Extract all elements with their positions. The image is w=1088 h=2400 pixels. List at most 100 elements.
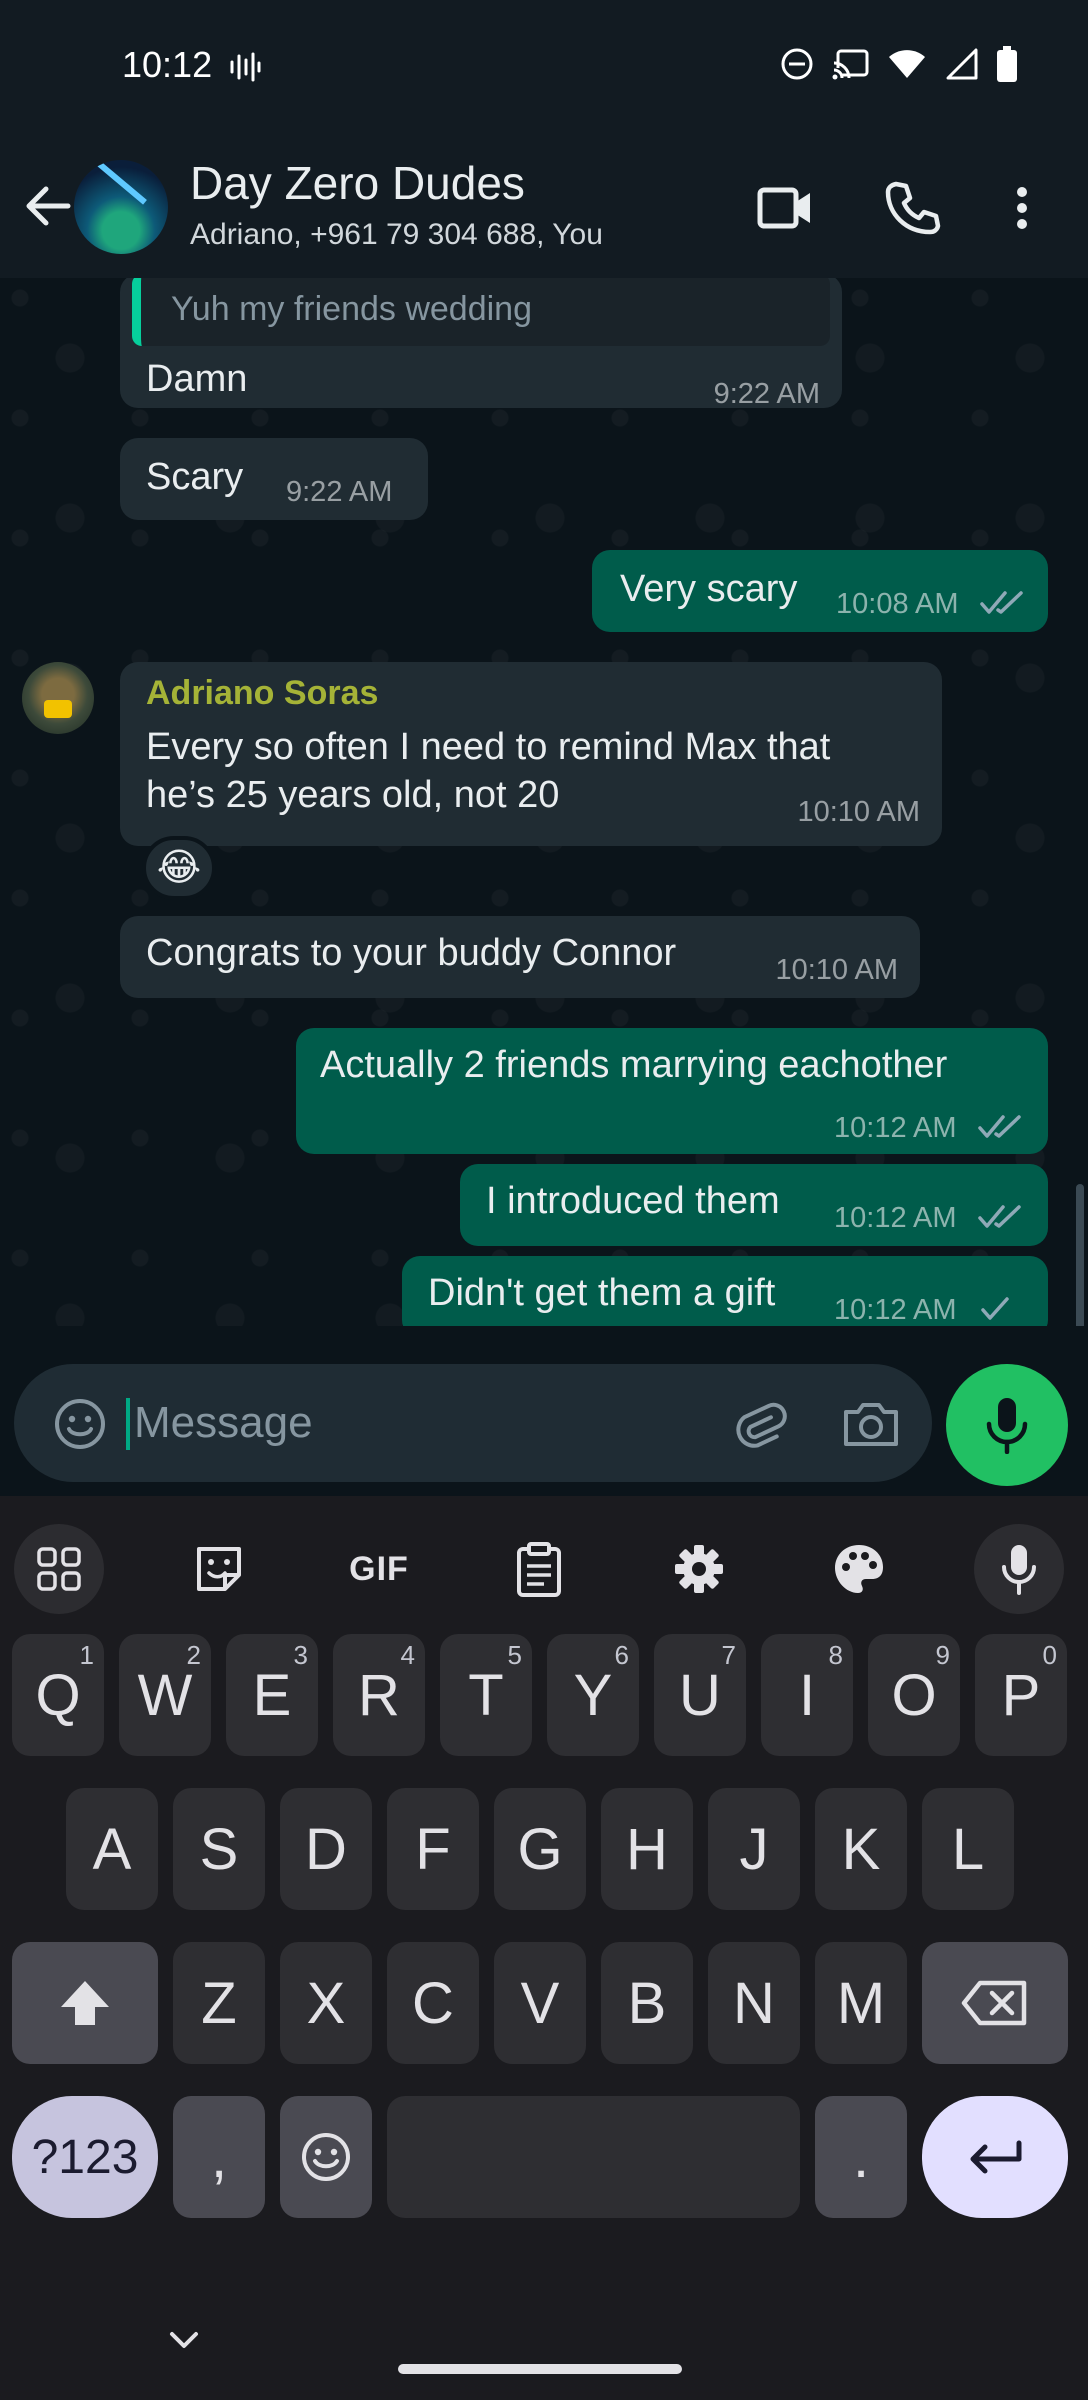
message-bubble[interactable]: Adriano Soras Every so often I need to r… bbox=[120, 662, 942, 846]
keyboard: GIF Q 1 W 2 E 3 R 4 T 5 Y 6 U 7 I 8 O 9 … bbox=[0, 1496, 1088, 2400]
key-o[interactable]: O9 bbox=[868, 1634, 960, 1756]
message-bubble[interactable]: I introduced them 10:12 AM bbox=[460, 1164, 1048, 1246]
status-time: 10:12 bbox=[122, 44, 213, 85]
apps-grid-icon[interactable] bbox=[14, 1524, 104, 1614]
text-caret bbox=[126, 1398, 130, 1450]
gesture-nav-bar[interactable] bbox=[398, 2364, 682, 2374]
message-time: 9:22 AM bbox=[286, 476, 393, 508]
period-key[interactable]: . bbox=[815, 2096, 907, 2218]
key-d[interactable]: D bbox=[280, 1788, 372, 1910]
emoji-key-icon bbox=[302, 2133, 350, 2181]
voice-message-button[interactable] bbox=[946, 1364, 1068, 1486]
key-k[interactable]: K bbox=[815, 1788, 907, 1910]
key-hint: 0 bbox=[1042, 1640, 1057, 1670]
key-h[interactable]: H bbox=[601, 1788, 693, 1910]
hide-keyboard-icon[interactable] bbox=[164, 2320, 204, 2360]
key-b[interactable]: B bbox=[601, 1942, 693, 2064]
back-arrow-icon[interactable] bbox=[18, 176, 78, 236]
emoji-icon[interactable] bbox=[52, 1396, 108, 1452]
read-ticks-icon bbox=[978, 1115, 1021, 1138]
key-label: R bbox=[358, 1662, 400, 1728]
camera-icon[interactable] bbox=[840, 1394, 902, 1454]
key-label: T bbox=[468, 1662, 504, 1728]
voice-input-icon[interactable] bbox=[974, 1524, 1064, 1614]
sticker-icon[interactable] bbox=[174, 1524, 264, 1614]
shift-key[interactable] bbox=[12, 1942, 158, 2064]
key-p[interactable]: P0 bbox=[975, 1634, 1067, 1756]
chat-participants[interactable]: Adriano, +961 79 304 688, You bbox=[190, 218, 603, 252]
mic-icon bbox=[986, 1398, 1028, 1454]
key-label: W bbox=[137, 1662, 193, 1728]
key-z[interactable]: Z bbox=[173, 1942, 265, 2064]
more-vert-icon[interactable] bbox=[992, 178, 1052, 238]
message-text: I introduced them bbox=[486, 1180, 780, 1222]
backspace-key[interactable] bbox=[922, 1942, 1068, 2064]
enter-icon bbox=[970, 2140, 1022, 2174]
key-hint: 9 bbox=[935, 1640, 950, 1670]
wifi-icon bbox=[889, 50, 925, 78]
key-t[interactable]: T5 bbox=[440, 1634, 532, 1756]
key-hint: 4 bbox=[400, 1640, 415, 1670]
key-y[interactable]: Y6 bbox=[547, 1634, 639, 1756]
key-a[interactable]: A bbox=[66, 1788, 158, 1910]
sender-name[interactable]: Adriano Soras bbox=[146, 674, 378, 713]
message-input[interactable] bbox=[134, 1388, 694, 1458]
sound-wave-icon bbox=[230, 52, 261, 82]
key-hint: 7 bbox=[721, 1640, 736, 1670]
key-label: U bbox=[679, 1662, 721, 1728]
message-text: Actually 2 friends marrying eachother bbox=[320, 1044, 948, 1086]
message-bubble[interactable]: Congrats to your buddy Connor 10:10 AM bbox=[120, 916, 920, 998]
key-hint: 2 bbox=[186, 1640, 201, 1670]
key-n[interactable]: N bbox=[708, 1942, 800, 2064]
message-text: Very scary bbox=[620, 568, 798, 610]
key-u[interactable]: U7 bbox=[654, 1634, 746, 1756]
clipboard-icon[interactable] bbox=[494, 1524, 584, 1614]
key-f[interactable]: F bbox=[387, 1788, 479, 1910]
backspace-icon bbox=[961, 1980, 1027, 2026]
sent-tick-icon bbox=[981, 1297, 1009, 1320]
comma-key[interactable]: , bbox=[173, 2096, 265, 2218]
key-m[interactable]: M bbox=[815, 1942, 907, 2064]
key-e[interactable]: E3 bbox=[226, 1634, 318, 1756]
key-x[interactable]: X bbox=[280, 1942, 372, 2064]
settings-icon[interactable] bbox=[654, 1524, 744, 1614]
key-r[interactable]: R4 bbox=[333, 1634, 425, 1756]
key-c[interactable]: C bbox=[387, 1942, 479, 2064]
key-l[interactable]: L bbox=[922, 1788, 1014, 1910]
message-time: 10:12 AM bbox=[834, 1112, 957, 1144]
key-i[interactable]: I8 bbox=[761, 1634, 853, 1756]
chat-header: Day Zero Dudes Adriano, +961 79 304 688,… bbox=[0, 140, 1088, 278]
key-v[interactable]: V bbox=[494, 1942, 586, 2064]
key-hint: 1 bbox=[79, 1640, 94, 1670]
message-text: Damn bbox=[146, 358, 248, 400]
message-time: 9:22 AM bbox=[713, 378, 820, 410]
message-bubble[interactable]: Scary 9:22 AM bbox=[120, 438, 428, 520]
key-w[interactable]: W2 bbox=[119, 1634, 211, 1756]
key-label: O bbox=[891, 1662, 937, 1728]
key-q[interactable]: Q1 bbox=[12, 1634, 104, 1756]
message-time: 10:12 AM bbox=[834, 1294, 957, 1326]
symbols-key[interactable]: ?123 bbox=[12, 2096, 158, 2218]
emoji-key[interactable] bbox=[280, 2096, 372, 2218]
key-s[interactable]: S bbox=[173, 1788, 265, 1910]
gif-label: GIF bbox=[349, 1549, 409, 1588]
attach-icon[interactable] bbox=[730, 1394, 790, 1454]
group-avatar[interactable] bbox=[74, 160, 168, 254]
gif-button[interactable]: GIF bbox=[334, 1524, 424, 1614]
key-j[interactable]: J bbox=[708, 1788, 800, 1910]
message-bubble[interactable]: Yuh my friends wedding Damn 9:22 AM bbox=[120, 278, 842, 410]
quoted-message[interactable]: Yuh my friends wedding bbox=[132, 278, 830, 346]
enter-key[interactable] bbox=[922, 2096, 1068, 2218]
space-key[interactable] bbox=[387, 2096, 800, 2218]
message-list[interactable]: Yuh my friends wedding Damn 9:22 AM Scar… bbox=[0, 278, 1088, 1496]
message-bubble[interactable]: Actually 2 friends marrying eachother 10… bbox=[296, 1028, 1048, 1154]
message-bubble[interactable]: Very scary 10:08 AM bbox=[592, 550, 1048, 632]
palette-icon[interactable] bbox=[814, 1524, 904, 1614]
message-time: 10:10 AM bbox=[797, 796, 920, 828]
voice-call-icon[interactable] bbox=[882, 178, 942, 238]
key-g[interactable]: G bbox=[494, 1788, 586, 1910]
video-call-icon[interactable] bbox=[756, 178, 816, 238]
sender-avatar[interactable] bbox=[22, 662, 94, 734]
reaction-emoji[interactable]: 😂 bbox=[142, 836, 216, 900]
chat-title[interactable]: Day Zero Dudes bbox=[190, 156, 525, 210]
